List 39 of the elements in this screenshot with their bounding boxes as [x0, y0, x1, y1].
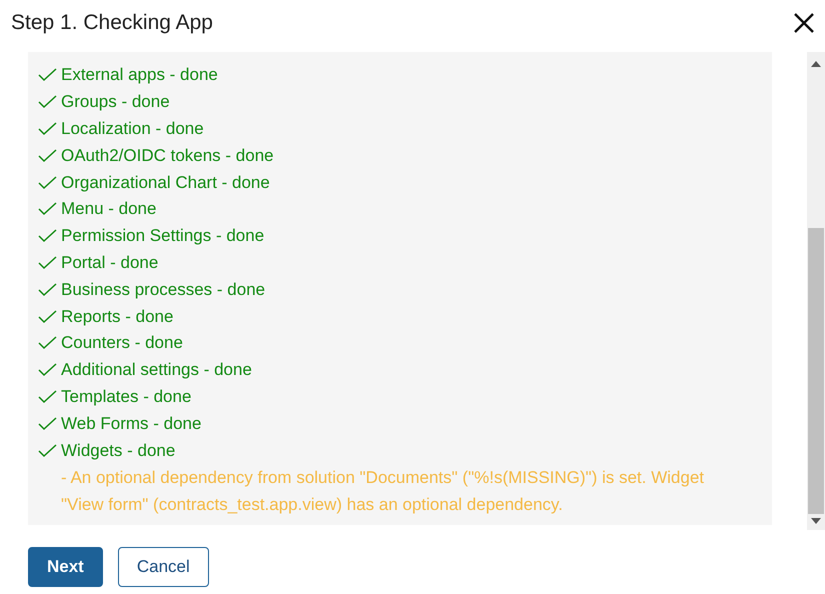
- check-icon: [38, 310, 57, 324]
- check-icon: [38, 363, 57, 378]
- check-result: Portal - done: [61, 252, 158, 273]
- check-icon: [38, 176, 57, 190]
- check-result: Counters - done: [61, 333, 183, 354]
- scroll-thumb[interactable]: [808, 228, 824, 514]
- check-icon: [38, 256, 57, 270]
- check-result: Web Forms - done: [61, 414, 202, 434]
- check-icon: [38, 148, 57, 163]
- check-result: Organizational Chart - done: [61, 172, 270, 193]
- check-result: External apps - done: [61, 65, 218, 86]
- check-icon: [38, 282, 57, 297]
- check-result: Groups - done: [61, 92, 170, 112]
- next-button[interactable]: Next: [28, 547, 103, 587]
- check-result: Widgets - done: [61, 440, 176, 461]
- check-icon: [38, 202, 57, 216]
- check-result: Permission Settings - done: [61, 226, 264, 246]
- dialog-title: Step 1. Checking App: [11, 11, 213, 35]
- check-result: Additional settings - done: [61, 360, 252, 380]
- check-icon: [38, 95, 57, 110]
- close-button[interactable]: [793, 12, 815, 34]
- check-result: Templates - done: [61, 386, 192, 407]
- scroll-down-icon[interactable]: [811, 518, 821, 524]
- scrollbar[interactable]: [807, 52, 825, 530]
- scroll-up-icon[interactable]: [811, 61, 821, 67]
- check-icon: [38, 390, 57, 404]
- cancel-button[interactable]: Cancel: [118, 547, 209, 587]
- check-icon: [38, 122, 57, 136]
- check-icon: [38, 444, 57, 458]
- check-icon: [38, 416, 57, 431]
- check-icon: [38, 68, 57, 82]
- check-result: OAuth2/OIDC tokens - done: [61, 146, 274, 166]
- check-result: Menu - done: [61, 199, 156, 220]
- warning-message: - An optional dependency from solution "Documents" ("%!s(MISSING)") is set. Widget "View form" (contracts_test.app.view) has an optional dependency.: [60, 466, 706, 516]
- check-result: Localization - done: [61, 118, 204, 139]
- check-result: Business processes - done: [61, 280, 266, 300]
- check-icon: [38, 336, 57, 350]
- check-result: Reports - done: [61, 306, 174, 327]
- check-icon: [38, 229, 57, 244]
